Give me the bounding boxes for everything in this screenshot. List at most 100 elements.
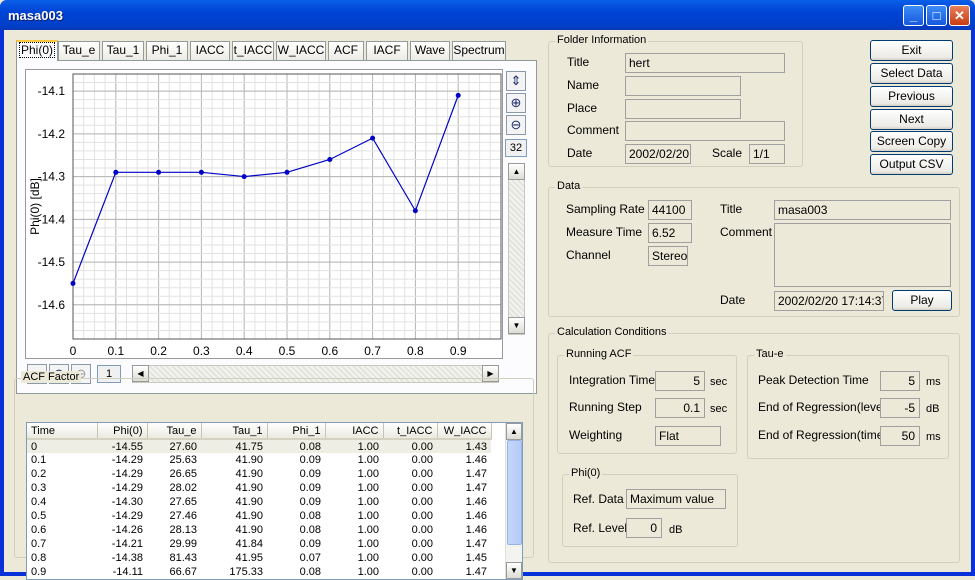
table-row[interactable]: 0 -14.55 27.60 41.75 0.08 1.00 0.00 1.43 [27, 439, 491, 453]
scroll-up-icon[interactable]: ▲ [508, 163, 525, 180]
eor-time-field[interactable]: 50 [880, 426, 920, 446]
data-title-field[interactable]: masa003 [774, 200, 951, 220]
channel-field[interactable]: Stereo [648, 246, 688, 266]
tab-phi-1[interactable]: Phi_1 [146, 41, 188, 60]
table-cell: 0.8 [31, 552, 47, 564]
column-header[interactable]: IACC [325, 423, 384, 440]
column-header[interactable]: Phi(0) [97, 423, 148, 440]
table-row[interactable]: 0.7 -14.21 29.99 41.84 0.09 1.00 0.00 1.47 [27, 537, 491, 551]
running-step-field[interactable]: 0.1 [655, 398, 705, 418]
table-cell: 1.00 [357, 454, 379, 466]
folder-date-field[interactable]: 2002/02/20 [625, 144, 691, 164]
tab-panel: -14.1 -14.2 -14.3 -14.4 -14.5 -14.6 0 0.1 0.2 0.3… [16, 60, 537, 394]
tab-wave[interactable]: Wave [410, 41, 450, 60]
tau-e-group: Tau-e Peak Detection Time 5 ms End of Re… [747, 348, 949, 459]
tab-iacf[interactable]: IACF [366, 41, 408, 60]
peak-detection-time-unit: ms [926, 376, 941, 388]
table-row[interactable]: 0.4 -14.30 27.65 41.90 0.09 1.00 0.00 1.46 [27, 495, 491, 509]
column-header[interactable]: Time [27, 423, 98, 440]
table-cell: 0.7 [31, 538, 47, 550]
previous-button[interactable]: Previous [870, 86, 953, 107]
table-row[interactable]: 0.5 -14.29 27.46 41.90 0.08 1.00 0.00 1.46 [27, 509, 491, 523]
data-point [70, 280, 76, 286]
column-header[interactable]: Phi_1 [267, 423, 326, 440]
sampling-rate-field[interactable]: 44100 [648, 200, 692, 220]
play-button[interactable]: Play [892, 290, 952, 311]
folder-title-field[interactable]: hert [625, 53, 785, 73]
next-button[interactable]: Next [870, 109, 953, 130]
acf-factor-table[interactable]: Time Phi(0) Tau_e Tau_1 Phi_1 IACC t_IACC W_IAC… [26, 422, 523, 580]
table-cell: 0.00 [411, 552, 433, 564]
table-row[interactable]: 0.9 -14.11 66.67 175.33 0.08 1.00 0.00 1.47 [27, 565, 491, 579]
ref-level-field[interactable]: 0 [626, 518, 662, 538]
zoom-in-icon[interactable]: ⊕ [506, 93, 526, 113]
tab-t-iacc[interactable]: t_IACC [232, 41, 274, 60]
x-tick-label: 0.2 [150, 344, 167, 358]
table-cell: 41.90 [235, 482, 263, 494]
close-button[interactable]: ✕ [949, 5, 970, 26]
table-cell: 0.00 [411, 454, 433, 466]
weighting-field[interactable]: Flat [655, 426, 721, 446]
table-cell: 0.00 [411, 524, 433, 536]
peak-detection-time-field[interactable]: 5 [880, 371, 920, 391]
table-row[interactable]: 0.6 -14.26 28.13 41.90 0.08 1.00 0.00 1.46 [27, 523, 491, 537]
table-cell: 25.63 [169, 454, 197, 466]
title-bar[interactable]: masa003 _ □ ✕ [0, 0, 975, 30]
minimize-button[interactable]: _ [903, 5, 924, 26]
table-cell: 0.00 [411, 468, 433, 480]
table-cell: 28.02 [169, 482, 197, 494]
table-cell: 27.46 [169, 510, 197, 522]
column-header[interactable]: t_IACC [383, 423, 438, 440]
table-cell: 41.75 [201, 439, 267, 453]
table-cell: -14.55 [97, 439, 147, 453]
table-cell: 1.00 [357, 468, 379, 480]
data-point [156, 169, 162, 175]
fit-vertical-icon[interactable]: ⇕ [506, 71, 526, 91]
table-row[interactable]: 0.3 -14.29 28.02 41.90 0.09 1.00 0.00 1.47 [27, 481, 491, 495]
eor-level-field[interactable]: -5 [880, 398, 920, 418]
table-cell: 0.3 [31, 482, 47, 494]
x-tick-label: 0 [70, 344, 77, 358]
table-scroll-thumb[interactable] [507, 440, 522, 545]
exit-button[interactable]: Exit [870, 40, 953, 61]
y-div-count[interactable]: 32 [505, 139, 527, 157]
select-data-button[interactable]: Select Data [870, 63, 953, 84]
folder-scale-field[interactable]: 1/1 [749, 144, 785, 164]
screen-copy-button[interactable]: Screen Copy [870, 131, 953, 152]
tab-phi0[interactable]: Phi(0) [16, 40, 58, 61]
table-cell: 41.84 [235, 538, 263, 550]
zoom-out-icon[interactable]: ⊖ [506, 115, 526, 135]
scroll-down-icon[interactable]: ▼ [508, 317, 525, 334]
data-point [370, 135, 376, 141]
table-vertical-scrollbar[interactable]: ▲ ▼ [505, 423, 522, 579]
ref-level-unit: dB [669, 524, 683, 536]
folder-place-field[interactable] [625, 99, 741, 119]
table-cell: 41.90 [235, 454, 263, 466]
table-scroll-up-icon[interactable]: ▲ [506, 423, 522, 440]
folder-date-label: Date [567, 146, 593, 160]
measure-time-field[interactable]: 6.52 [648, 223, 692, 243]
folder-name-field[interactable] [625, 76, 741, 96]
tab-acf[interactable]: ACF [328, 41, 364, 60]
column-header[interactable]: W_IACC [437, 423, 492, 440]
tab-iacc[interactable]: IACC [190, 41, 230, 60]
data-date-field[interactable]: 2002/02/20 17:14:37 [774, 291, 884, 311]
tab-spectrum[interactable]: Spectrum [452, 41, 506, 60]
table-row[interactable]: 0.8 -14.38 81.43 41.95 0.07 1.00 0.00 1.45 [27, 551, 491, 565]
maximize-button[interactable]: □ [926, 5, 947, 26]
table-row[interactable]: 0.1 -14.29 25.63 41.90 0.09 1.00 0.00 1.46 [27, 453, 491, 467]
output-csv-button[interactable]: Output CSV [870, 154, 953, 175]
column-header[interactable]: Tau_e [147, 423, 202, 440]
integration-time-field[interactable]: 5 [655, 371, 705, 391]
tab-w-iacc[interactable]: W_IACC [276, 41, 326, 60]
eor-level-unit: dB [926, 403, 940, 415]
tab-tau-1[interactable]: Tau_1 [102, 41, 144, 60]
folder-comment-field[interactable] [625, 121, 785, 141]
column-header[interactable]: Tau_1 [201, 423, 268, 440]
table-row[interactable]: 0.2 -14.29 26.65 41.90 0.09 1.00 0.00 1.47 [27, 467, 491, 481]
ref-data-field[interactable]: Maximum value [626, 489, 726, 509]
data-comment-field[interactable] [774, 223, 951, 287]
chart-vertical-scrollbar[interactable]: ▲ ▼ [508, 163, 525, 335]
table-scroll-down-icon[interactable]: ▼ [506, 562, 522, 579]
tab-tau-e[interactable]: Tau_e [58, 41, 100, 60]
